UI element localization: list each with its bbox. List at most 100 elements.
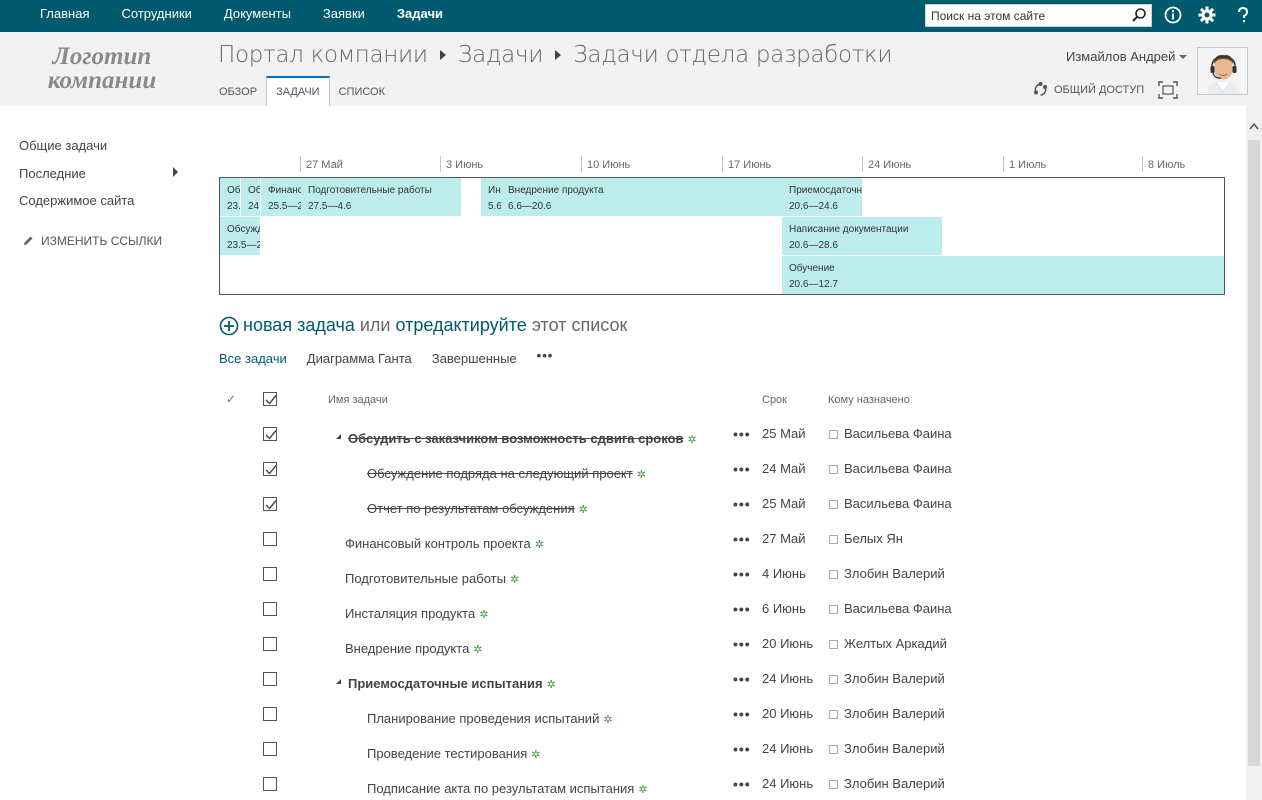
- scrollbar-thumb[interactable]: [1248, 140, 1260, 766]
- assignee[interactable]: Злобин Валерий: [829, 671, 945, 686]
- task-checkbox[interactable]: [263, 567, 277, 581]
- tab-overview[interactable]: ОБЗОР: [210, 76, 266, 106]
- row-more-button[interactable]: •••: [733, 776, 751, 792]
- chevron-right-icon[interactable]: [173, 166, 178, 177]
- task-name[interactable]: Приемосдаточные испытания ✲: [348, 676, 556, 691]
- top-nav-requests[interactable]: Заявки: [307, 0, 381, 32]
- collapse-icon[interactable]: [336, 679, 341, 684]
- assignee[interactable]: Злобин Валерий: [829, 566, 945, 581]
- assignee[interactable]: Васильева Фаина: [829, 496, 952, 511]
- task-name-text: Внедрение продукта: [345, 641, 470, 656]
- task-name[interactable]: Внедрение продукта ✲: [345, 641, 483, 656]
- left-nav-general-tasks[interactable]: Общие задачи: [19, 138, 189, 166]
- row-more-button[interactable]: •••: [733, 706, 751, 722]
- task-checkbox[interactable]: [263, 742, 277, 756]
- breadcrumb-portal[interactable]: Портал компании: [218, 42, 428, 68]
- new-task-link[interactable]: новая задача: [243, 315, 355, 336]
- task-name[interactable]: Планирование проведения испытаний ✲: [367, 711, 613, 726]
- focus-content-icon[interactable]: [1158, 81, 1178, 99]
- task-name[interactable]: Отчет по результатам обсуждения ✲: [367, 501, 588, 516]
- tab-list[interactable]: СПИСОК: [330, 76, 394, 106]
- assignee[interactable]: Васильева Фаина: [829, 601, 952, 616]
- top-nav-home[interactable]: Главная: [24, 0, 105, 32]
- completed-column-header[interactable]: ✓: [226, 392, 236, 406]
- row-more-button[interactable]: •••: [733, 741, 751, 757]
- timeline-bar[interactable]: Финансовый контроль проекта 25.5—27.5: [261, 178, 301, 216]
- top-nav-tasks[interactable]: Задачи: [381, 0, 459, 32]
- assignee[interactable]: Васильева Фаина: [829, 426, 952, 441]
- timeline-bar[interactable]: Подготовительные работы 27.5—4.6: [301, 178, 461, 216]
- timeline-bar[interactable]: Обсуждение подряда на следующий проект 24…: [241, 178, 260, 216]
- select-all-checkbox[interactable]: [263, 392, 277, 406]
- view-gantt[interactable]: Диаграмма Ганта: [307, 351, 412, 366]
- task-checkbox[interactable]: [263, 602, 277, 616]
- assignee[interactable]: Злобин Валерий: [829, 741, 945, 756]
- task-name[interactable]: Финансовый контроль проекта ✲: [345, 536, 544, 551]
- assignee[interactable]: Васильева Фаина: [829, 461, 952, 476]
- row-more-button[interactable]: •••: [733, 566, 751, 582]
- task-checkbox[interactable]: [263, 462, 277, 476]
- row-more-button[interactable]: •••: [733, 636, 751, 652]
- timeline-bar[interactable]: Инсталяция продукта 5.6—6.6: [481, 178, 501, 216]
- assignee[interactable]: Злобин Валерий: [829, 706, 945, 721]
- presence-icon: [829, 570, 838, 579]
- timeline-bar[interactable]: Написание документации 20.6—28.6: [782, 217, 942, 255]
- share-button[interactable]: ОБЩИЙ ДОСТУП: [1033, 82, 1144, 97]
- timeline-bar[interactable]: Приемосдаточные испытания 20.6—24.6: [782, 178, 862, 216]
- assignee[interactable]: Желтых Аркадий: [829, 636, 947, 651]
- task-checkbox[interactable]: [263, 707, 277, 721]
- left-nav-recent[interactable]: Последние: [19, 166, 189, 194]
- row-more-button[interactable]: •••: [733, 531, 751, 547]
- row-more-button[interactable]: •••: [733, 426, 751, 442]
- view-completed[interactable]: Завершенные: [432, 351, 517, 366]
- task-name[interactable]: Подготовительные работы ✲: [345, 571, 519, 586]
- task-checkbox[interactable]: [263, 672, 277, 686]
- task-name[interactable]: Проведение тестирования ✲: [367, 746, 541, 761]
- task-name[interactable]: Инсталяция продукта ✲: [345, 606, 488, 621]
- add-circle-icon[interactable]: [219, 316, 239, 336]
- top-nav-employees[interactable]: Сотрудники: [105, 0, 207, 32]
- edit-list-link[interactable]: отредактируйте: [395, 315, 526, 336]
- info-icon[interactable]: [1163, 5, 1183, 25]
- row-more-button[interactable]: •••: [733, 671, 751, 687]
- timeline-bar[interactable]: Внедрение продукта 6.6—20.6: [501, 178, 782, 216]
- tab-tasks[interactable]: ЗАДАЧИ: [266, 76, 330, 106]
- timeline-bar[interactable]: Обсудить с заказчиком возможность сдвига…: [220, 178, 240, 216]
- more-views-button[interactable]: •••: [537, 348, 554, 363]
- task-checkbox[interactable]: [263, 532, 277, 546]
- gear-icon[interactable]: [1197, 5, 1217, 25]
- assignee[interactable]: Злобин Валерий: [829, 776, 945, 791]
- left-nav-site-contents[interactable]: Содержимое сайта: [19, 193, 189, 221]
- assignee-name: Злобин Валерий: [844, 741, 945, 756]
- avatar[interactable]: [1197, 47, 1248, 95]
- task-name[interactable]: Обсудить с заказчиком возможность сдвига…: [348, 431, 697, 446]
- task-checkbox[interactable]: [263, 637, 277, 651]
- timeline-bar[interactable]: Обсуждение 23.5—25.5: [220, 217, 260, 255]
- view-all-tasks[interactable]: Все задачи: [219, 351, 287, 366]
- task-checkbox[interactable]: [263, 777, 277, 791]
- timeline-bar[interactable]: Обучение 20.6—12.7: [782, 256, 1224, 294]
- row-more-button[interactable]: •••: [733, 601, 751, 617]
- collapse-icon[interactable]: [336, 434, 341, 439]
- task-checkbox[interactable]: [263, 427, 277, 441]
- company-logo[interactable]: Логотип компании: [32, 44, 172, 93]
- column-header-assigned[interactable]: Кому назначено: [828, 394, 910, 406]
- breadcrumb-tasks[interactable]: Задачи: [458, 42, 544, 68]
- row-more-button[interactable]: •••: [733, 496, 751, 512]
- edit-links-button[interactable]: ИЗМЕНИТЬ ССЫЛКИ: [22, 234, 162, 248]
- search-input[interactable]: [926, 5, 1121, 26]
- user-menu[interactable]: Измайлов Андрей: [1066, 49, 1188, 64]
- top-nav-documents[interactable]: Документы: [208, 0, 307, 32]
- scroll-up-icon[interactable]: [1249, 122, 1259, 130]
- help-question-icon[interactable]: [1233, 5, 1253, 25]
- search-icon[interactable]: [1131, 7, 1147, 23]
- row-more-button[interactable]: •••: [733, 461, 751, 477]
- column-header-due[interactable]: Срок: [762, 394, 787, 406]
- task-name[interactable]: Подписание акта по результатам испытания…: [367, 781, 648, 796]
- assignee[interactable]: Белых Ян: [829, 531, 903, 546]
- task-name[interactable]: Обсуждение подряда на следующий проект ✲: [367, 466, 646, 481]
- column-header-name[interactable]: Имя задачи: [328, 394, 388, 406]
- task-checkbox[interactable]: [263, 497, 277, 511]
- page-scrollbar[interactable]: [1246, 106, 1262, 800]
- page-title[interactable]: Задачи отдела разработки: [573, 42, 892, 68]
